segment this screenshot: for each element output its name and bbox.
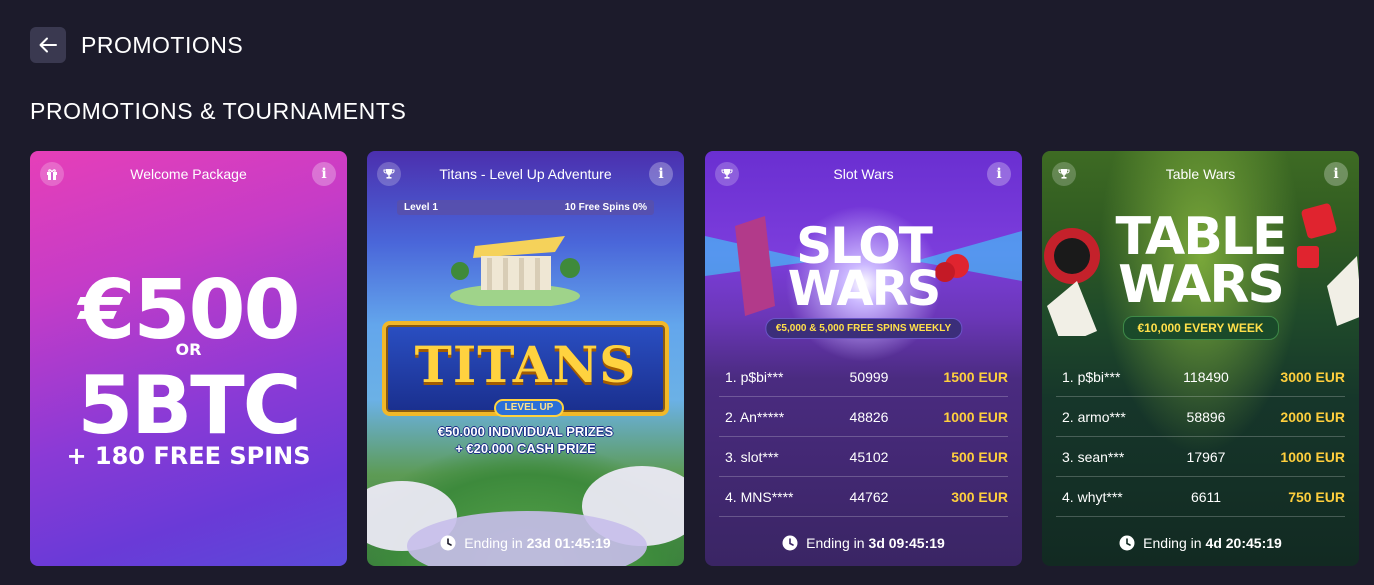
section-title: PROMOTIONS & TOURNAMENTS	[30, 98, 407, 124]
player-name: whyt***	[1077, 488, 1123, 505]
ending-timer: Ending in 3d 09:45:19	[705, 535, 1022, 551]
player-prize: 1000 EUR	[1280, 448, 1345, 465]
titans-logo: TITANS LEVEL UP	[382, 321, 669, 417]
player-score: 6611	[1190, 488, 1222, 505]
player-prize: 500 EUR	[951, 448, 1008, 465]
player-prize: 3000 EUR	[1280, 368, 1345, 385]
promo-card-table-wars[interactable]: Table Wars i TABLE WARS €10,000 EVERY WE…	[1042, 151, 1359, 566]
back-button[interactable]	[30, 27, 66, 63]
player-name: p$bi***	[740, 368, 784, 385]
trophy-icon	[1052, 162, 1076, 186]
info-button[interactable]: i	[987, 162, 1011, 186]
ending-time: 4d 20:45:19	[1205, 535, 1282, 551]
promo-card-titans[interactable]: Titans - Level Up Adventure i Level 1 10…	[367, 151, 684, 566]
player-prize: 1500 EUR	[943, 368, 1008, 385]
leaderboard: 1. p$bi*** 118490 3000 EUR 2. armo*** 58…	[1056, 357, 1345, 517]
table-row: 1. p$bi*** 50999 1500 EUR	[719, 357, 1008, 397]
banner-title-2: WARS	[1118, 255, 1285, 315]
player-prize: 1000 EUR	[943, 408, 1008, 425]
header: PROMOTIONS	[30, 27, 243, 63]
promo-card-slot-wars[interactable]: Slot Wars i SLOT WARS €5,000 & 5,000 FRE…	[705, 151, 1022, 566]
player-name: sean***	[1077, 448, 1125, 465]
banner-title-2: WARS	[787, 261, 941, 317]
table-row: 3. slot*** 45102 500 EUR	[719, 437, 1008, 477]
table-row: 3. sean*** 17967 1000 EUR	[1056, 437, 1345, 477]
ending-label: Ending in	[806, 535, 865, 551]
player-score: 44762	[849, 488, 889, 505]
gift-icon	[40, 162, 64, 186]
info-button[interactable]: i	[312, 162, 336, 186]
player-name: MNS****	[740, 488, 794, 505]
clock-icon	[782, 535, 798, 551]
info-button[interactable]: i	[649, 162, 673, 186]
ending-label: Ending in	[464, 535, 523, 551]
trophy-icon	[377, 162, 401, 186]
trophy-icon	[715, 162, 739, 186]
level-label: Level 1	[404, 202, 438, 213]
table-row: 4. whyt*** 6611 750 EUR	[1056, 477, 1345, 517]
table-row: 1. p$bi*** 118490 3000 EUR	[1056, 357, 1345, 397]
prize-line-1: €50.000 INDIVIDUAL PRIZES	[437, 424, 614, 439]
promo-card-welcome[interactable]: Welcome Package i €500 OR 5BTC + 180 FRE…	[30, 151, 347, 566]
player-name: armo***	[1077, 408, 1126, 425]
level-progress-text: 10 Free Spins 0%	[564, 202, 647, 213]
prize-line-2: + €20.000 CASH PRIZE	[455, 441, 596, 456]
player-name: slot***	[740, 448, 779, 465]
player-name: An*****	[739, 408, 785, 425]
player-score: 50999	[849, 368, 889, 385]
player-prize: 2000 EUR	[1280, 408, 1345, 425]
player-prize: 300 EUR	[951, 488, 1008, 505]
ending-timer: Ending in 4d 20:45:19	[1042, 535, 1359, 551]
bonus-or: OR	[175, 340, 202, 359]
ending-label: Ending in	[1143, 535, 1202, 551]
bonus-spins: + 180 FREE SPINS	[66, 442, 311, 470]
leaderboard: 1. p$bi*** 50999 1500 EUR 2. An***** 488…	[719, 357, 1008, 517]
temple-illustration	[450, 236, 580, 306]
bonus-btc: 5BTC	[77, 359, 302, 452]
level-progress-bar: Level 1 10 Free Spins 0%	[397, 200, 654, 215]
player-score: 48826	[849, 408, 889, 425]
player-score: 58896	[1186, 408, 1226, 425]
ending-time: 23d 01:45:19	[526, 535, 611, 551]
clock-icon	[440, 535, 456, 551]
player-score: 45102	[849, 448, 889, 465]
banner-subtitle: €10,000 EVERY WEEK	[1122, 316, 1279, 340]
clock-icon	[1119, 535, 1135, 551]
ending-time: 3d 09:45:19	[868, 535, 945, 551]
card-title: Welcome Package	[130, 166, 247, 182]
page-title: PROMOTIONS	[81, 31, 244, 58]
table-row: 2. armo*** 58896 2000 EUR	[1056, 397, 1345, 437]
level-up-badge: LEVEL UP	[494, 399, 564, 417]
card-title: Titans - Level Up Adventure	[439, 166, 612, 182]
info-button[interactable]: i	[1324, 162, 1348, 186]
table-row: 2. An***** 48826 1000 EUR	[719, 397, 1008, 437]
table-row: 4. MNS**** 44762 300 EUR	[719, 477, 1008, 517]
card-title: Slot Wars	[833, 166, 894, 182]
arrow-left-icon	[39, 37, 57, 53]
player-prize: 750 EUR	[1288, 488, 1345, 505]
card-title: Table Wars	[1165, 166, 1236, 182]
ending-timer: Ending in 23d 01:45:19	[367, 535, 684, 551]
player-name: p$bi***	[1077, 368, 1121, 385]
banner-subtitle: €5,000 & 5,000 FREE SPINS WEEKLY	[764, 318, 963, 339]
banner-title: TITANS	[414, 335, 637, 394]
player-score: 118490	[1183, 368, 1229, 385]
player-score: 17967	[1186, 448, 1226, 465]
